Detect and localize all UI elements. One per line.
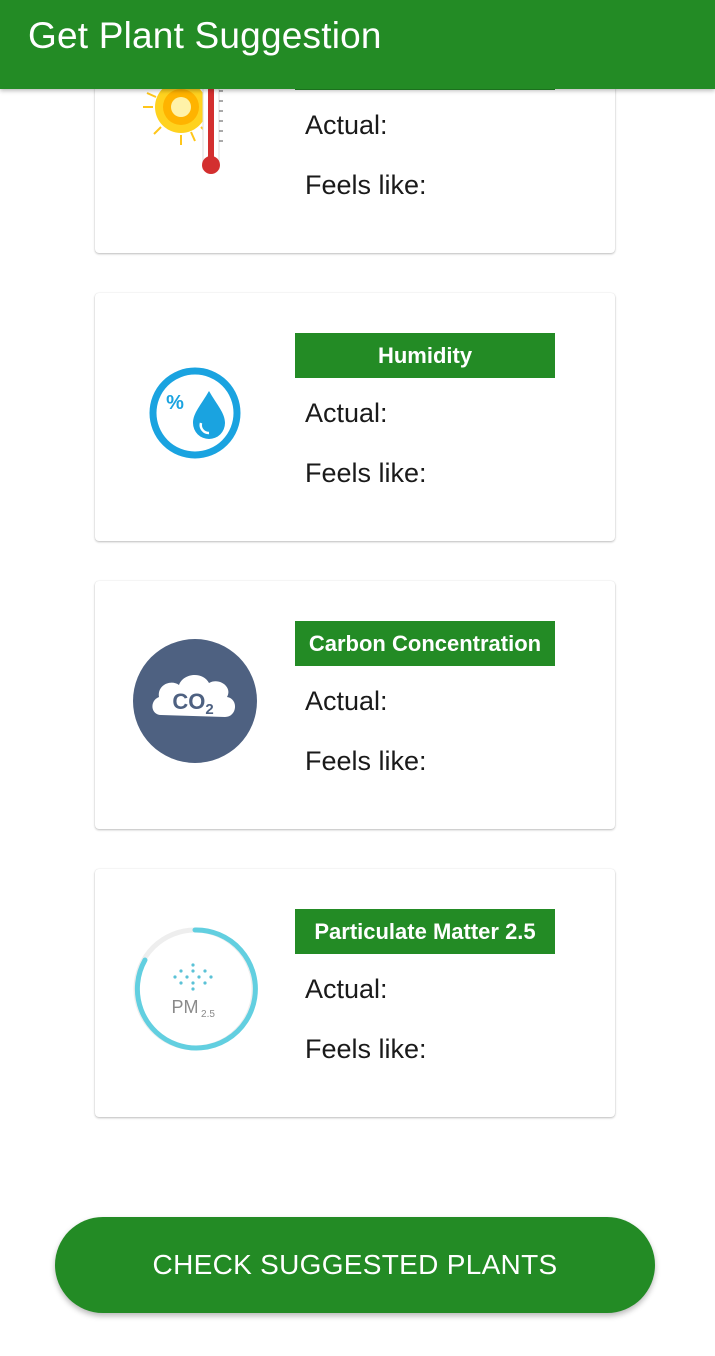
co2-cloud-icon: CO2 <box>131 637 259 765</box>
page-title: Get Plant Suggestion <box>28 15 382 56</box>
svg-text:%: % <box>166 392 184 414</box>
svg-text:2.5: 2.5 <box>201 1009 215 1020</box>
app-bar: Get Plant Suggestion <box>0 0 715 89</box>
pm25-card: PM 2.5 Particulate Matter 2.5 Actual: Fe… <box>95 869 615 1117</box>
feels-like-label: Feels like: <box>305 170 427 200</box>
humidity-card: % Humidity Actual: Feels like: <box>95 293 615 541</box>
actual-label: Actual: <box>305 110 388 140</box>
card-title: Carbon Concentration <box>295 621 555 666</box>
card-list[interactable]: Actual: Feels like: % Humidity Actual: F… <box>0 0 715 1356</box>
pm25-icon: PM 2.5 <box>131 925 259 1053</box>
app-screen: Actual: Feels like: % Humidity Actual: F… <box>0 0 715 1356</box>
card-title: Humidity <box>295 333 555 378</box>
humidity-drop-icon: % <box>131 349 259 477</box>
check-suggested-plants-button[interactable]: CHECK SUGGESTED PLANTS <box>55 1217 655 1313</box>
actual-label: Actual: <box>305 686 388 716</box>
feels-like-label: Feels like: <box>305 746 427 776</box>
card-title: Particulate Matter 2.5 <box>295 909 555 954</box>
actual-label: Actual: <box>305 974 388 1004</box>
svg-text:PM: PM <box>172 997 199 1017</box>
feels-like-label: Feels like: <box>305 458 427 488</box>
feels-like-label: Feels like: <box>305 1034 427 1064</box>
actual-label: Actual: <box>305 398 388 428</box>
carbon-card: CO2 Carbon Concentration Actual: Feels l… <box>95 581 615 829</box>
